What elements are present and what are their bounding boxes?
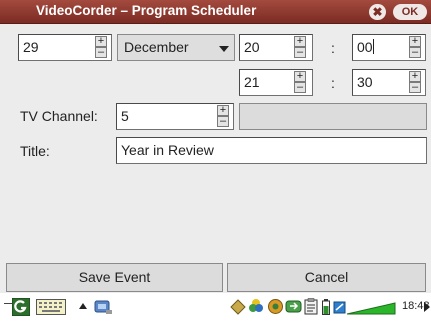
end-hour-value: 21 — [244, 74, 260, 90]
start-menu-icon[interactable] — [11, 297, 31, 317]
title-label: Title: — [20, 143, 50, 159]
end-minute-value: 30 — [357, 74, 373, 90]
tv-channel-value: 5 — [121, 108, 129, 124]
start-hour-decrement-button[interactable]: – — [294, 47, 306, 58]
close-button[interactable]: ✖ — [369, 4, 386, 20]
chevron-down-icon — [219, 46, 229, 52]
divider — [4, 303, 12, 304]
end-time-separator: : — [331, 75, 335, 91]
diamond-icon[interactable] — [230, 299, 246, 315]
title-input[interactable]: Year in Review — [116, 137, 427, 164]
end-minute-stepper[interactable]: + – — [409, 71, 421, 93]
cancel-button[interactable]: Cancel — [227, 263, 426, 292]
day-value: 29 — [23, 39, 39, 55]
battery-icon[interactable] — [322, 299, 330, 315]
title-value: Year in Review — [121, 142, 214, 158]
scheduler-window: VideoCorder – Program Scheduler ✖ OK 29 … — [0, 0, 431, 293]
start-minute-stepper[interactable]: + – — [409, 36, 421, 58]
sync-icon[interactable] — [285, 298, 302, 315]
start-hour-stepper[interactable]: + – — [294, 36, 306, 58]
end-hour-stepper[interactable]: + – — [294, 71, 306, 93]
end-hour-decrement-button[interactable]: – — [294, 82, 306, 93]
day-decrement-button[interactable]: – — [95, 47, 107, 58]
clipboard-icon[interactable] — [304, 298, 318, 315]
scroll-right-icon[interactable] — [424, 302, 430, 312]
window-title: VideoCorder – Program Scheduler — [36, 3, 257, 18]
tv-channel-decrement-button[interactable]: – — [217, 116, 229, 127]
up-arrow-icon[interactable] — [79, 303, 87, 309]
tv-channel-stepper[interactable]: + – — [217, 105, 229, 127]
keyboard-icon[interactable] — [36, 299, 66, 315]
month-select[interactable]: December — [117, 34, 235, 61]
channel-name-button[interactable] — [239, 103, 427, 130]
start-hour-value: 20 — [244, 39, 260, 55]
signal-icon[interactable] — [333, 299, 399, 315]
ok-button[interactable]: OK — [393, 4, 427, 20]
start-time-separator: : — [331, 40, 335, 56]
network-icon[interactable] — [267, 298, 284, 315]
day-stepper[interactable]: + – — [95, 36, 107, 58]
save-event-button[interactable]: Save Event — [6, 263, 223, 292]
text-caret — [372, 39, 374, 54]
app-icon[interactable] — [93, 298, 113, 316]
taskbar: 18:48 — [0, 293, 431, 321]
end-minute-decrement-button[interactable]: – — [409, 82, 421, 93]
start-minute-value: 00 — [357, 39, 373, 55]
tv-channel-label: TV Channel: — [20, 108, 98, 124]
clover-icon[interactable] — [248, 298, 265, 315]
month-value: December — [124, 39, 189, 55]
title-bar: VideoCorder – Program Scheduler ✖ OK — [0, 0, 431, 24]
start-minute-decrement-button[interactable]: – — [409, 47, 421, 58]
